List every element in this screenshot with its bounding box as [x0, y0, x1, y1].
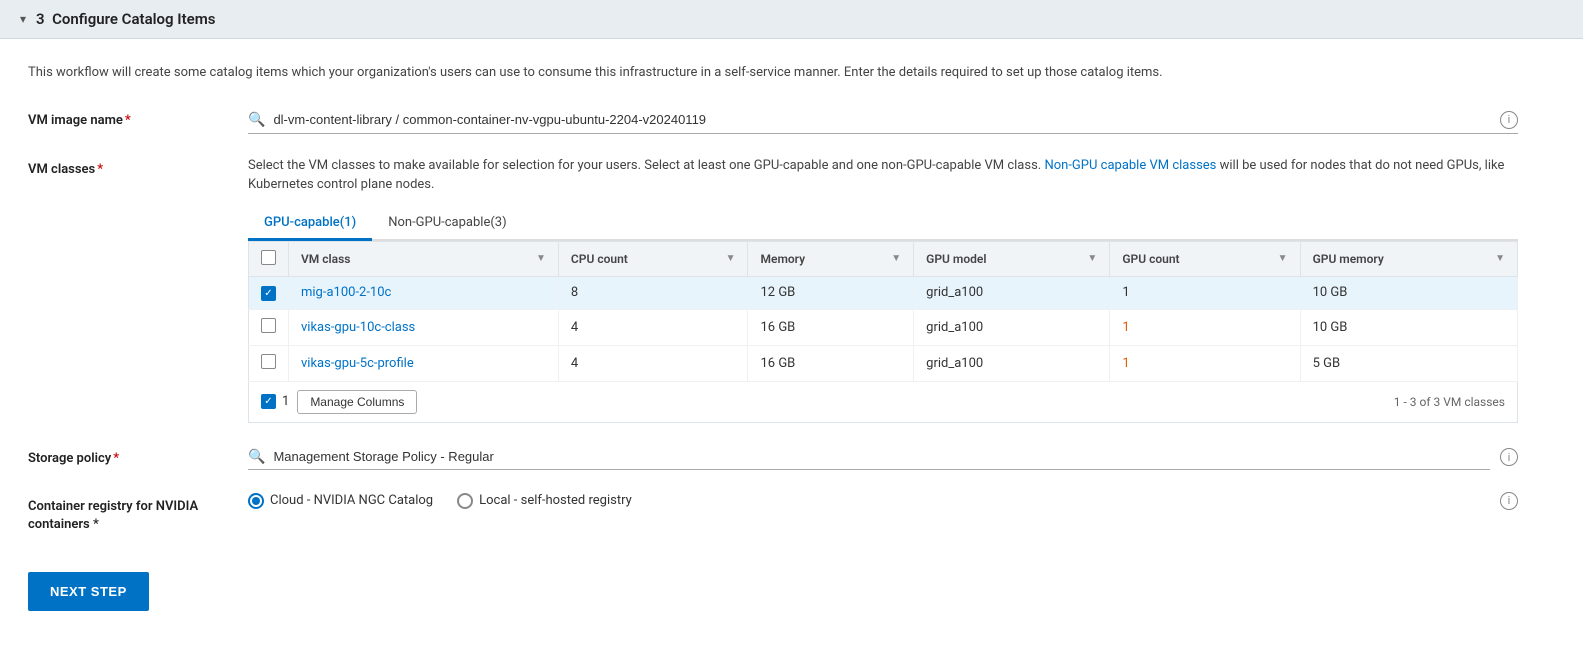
description-text: This workflow will create some catalog i… — [28, 63, 1328, 83]
vm-image-input[interactable] — [273, 112, 1490, 127]
vm-classes-description: Select the VM classes to make available … — [248, 156, 1518, 195]
next-step-wrapper: NEXT STEP — [28, 556, 1555, 611]
memory-filter-icon[interactable]: ▼ — [891, 253, 901, 264]
vm-class-filter-icon[interactable]: ▼ — [536, 253, 546, 264]
gpu-count-filter-icon[interactable]: ▼ — [1278, 253, 1288, 264]
vm-classes-field: Select the VM classes to make available … — [248, 156, 1518, 423]
next-step-button[interactable]: NEXT STEP — [28, 572, 149, 611]
gpu-count-cell-0: 1 — [1110, 276, 1300, 309]
radio-cloud-label: Cloud - NVIDIA NGC Catalog — [270, 493, 433, 508]
vm-class-name-1[interactable]: vikas-gpu-10c-class — [301, 320, 415, 335]
footer-left: 1 Manage Columns — [261, 390, 417, 414]
gpu-memory-cell-2: 5 GB — [1300, 345, 1517, 381]
vm-classes-tabs: GPU-capable(1) Non-GPU-capable(3) — [248, 207, 1518, 241]
cpu-count-cell-0: 8 — [558, 276, 748, 309]
vm-image-row: VM image name* 🔍 i — [28, 107, 1555, 134]
table-row: mig-a100-2-10c 812 GBgrid_a100110 GB — [249, 276, 1518, 309]
tab-non-gpu-capable[interactable]: Non-GPU-capable(3) — [372, 207, 522, 241]
selected-count: 1 — [282, 394, 289, 409]
container-registry-info-icon[interactable]: i — [1500, 492, 1518, 510]
cpu-count-cell-1: 4 — [558, 309, 748, 345]
vm-class-name-2[interactable]: vikas-gpu-5c-profile — [301, 356, 414, 371]
vm-image-required: * — [125, 113, 131, 128]
gpu-model-cell-2: grid_a100 — [914, 345, 1110, 381]
vm-class-name-0[interactable]: mig-a100-2-10c — [301, 285, 391, 300]
table-footer: 1 Manage Columns 1 - 3 of 3 VM classes — [248, 382, 1518, 423]
row-checkbox-1[interactable] — [261, 318, 276, 333]
storage-policy-row: Storage policy* 🔍 i — [28, 445, 1555, 470]
main-content: This workflow will create some catalog i… — [0, 39, 1583, 635]
table-row: vikas-gpu-10c-class 416 GBgrid_a100110 GB — [249, 309, 1518, 345]
radio-local-label: Local - self-hosted registry — [479, 493, 632, 508]
gpu-model-filter-icon[interactable]: ▼ — [1087, 253, 1097, 264]
page-title: 3 Configure Catalog Items — [36, 10, 215, 28]
gpu-memory-cell-0: 10 GB — [1300, 276, 1517, 309]
th-select — [249, 241, 289, 276]
th-memory: Memory ▼ — [748, 241, 914, 276]
container-registry-label: Container registry for NVIDIA containers… — [28, 492, 248, 534]
th-gpu-model: GPU model ▼ — [914, 241, 1110, 276]
table-header-row: VM class ▼ CPU count ▼ — [249, 241, 1518, 276]
manage-columns-button[interactable]: Manage Columns — [297, 390, 417, 414]
radio-cloud[interactable]: Cloud - NVIDIA NGC Catalog — [248, 493, 433, 509]
gpu-memory-filter-icon[interactable]: ▼ — [1495, 253, 1505, 264]
gpu-memory-cell-1: 10 GB — [1300, 309, 1517, 345]
vm-image-field: 🔍 i — [248, 107, 1555, 134]
registry-info-wrapper: i — [1490, 492, 1518, 510]
storage-policy-input[interactable] — [273, 449, 1490, 464]
memory-cell-1: 16 GB — [748, 309, 914, 345]
radio-field-wrapper: Cloud - NVIDIA NGC Catalog Local - self-… — [248, 492, 1518, 510]
gpu-count-cell-2: 1 — [1110, 345, 1300, 381]
memory-cell-2: 16 GB — [748, 345, 914, 381]
search-icon: 🔍 — [248, 112, 265, 128]
table-row: vikas-gpu-5c-profile 416 GBgrid_a10015 GB — [249, 345, 1518, 381]
select-all-checkbox[interactable] — [261, 250, 276, 265]
container-registry-field: Cloud - NVIDIA NGC Catalog Local - self-… — [248, 492, 1555, 510]
non-gpu-link[interactable]: Non-GPU capable VM classes — [1044, 158, 1216, 173]
step-title: Configure Catalog Items — [52, 10, 215, 28]
registry-radio-group: Cloud - NVIDIA NGC Catalog Local - self-… — [248, 493, 632, 509]
radio-cloud-circle[interactable] — [248, 493, 264, 509]
th-gpu-memory: GPU memory ▼ — [1300, 241, 1517, 276]
pagination-text: 1 - 3 of 3 VM classes — [1394, 395, 1505, 409]
th-cpu-count: CPU count ▼ — [558, 241, 748, 276]
vm-image-info-icon[interactable]: i — [1500, 111, 1518, 129]
gpu-model-cell-1: grid_a100 — [914, 309, 1110, 345]
tab-gpu-capable[interactable]: GPU-capable(1) — [248, 207, 372, 241]
footer-checkbox[interactable] — [261, 394, 276, 409]
vm-classes-required: * — [97, 162, 103, 177]
storage-policy-info-icon[interactable]: i — [1500, 448, 1518, 466]
vm-image-input-wrapper: 🔍 i — [248, 107, 1518, 134]
cpu-filter-icon[interactable]: ▼ — [726, 253, 736, 264]
vm-image-label: VM image name* — [28, 107, 248, 128]
storage-input-wrapper: 🔍 i — [248, 445, 1518, 470]
container-registry-required: * — [93, 517, 99, 532]
step-chevron: ▾ — [20, 12, 26, 26]
storage-policy-required: * — [113, 451, 119, 466]
vm-classes-label: VM classes* — [28, 156, 248, 177]
header-bar: ▾ 3 Configure Catalog Items — [0, 0, 1583, 39]
vm-classes-row: VM classes* Select the VM classes to mak… — [28, 156, 1555, 423]
step-number: 3 — [36, 10, 45, 28]
memory-cell-0: 12 GB — [748, 276, 914, 309]
storage-policy-label: Storage policy* — [28, 445, 248, 466]
storage-policy-input-wrapper: 🔍 — [248, 445, 1490, 470]
radio-local[interactable]: Local - self-hosted registry — [457, 493, 632, 509]
radio-local-circle[interactable] — [457, 493, 473, 509]
vm-classes-table: VM class ▼ CPU count ▼ — [248, 241, 1518, 382]
storage-search-icon: 🔍 — [248, 449, 265, 465]
th-vm-class: VM class ▼ — [289, 241, 559, 276]
gpu-model-cell-0: grid_a100 — [914, 276, 1110, 309]
storage-policy-field: 🔍 i — [248, 445, 1555, 470]
container-registry-row: Container registry for NVIDIA containers… — [28, 492, 1555, 534]
row-checkbox-0[interactable] — [261, 286, 276, 301]
footer-checkbox-count: 1 — [261, 394, 289, 409]
th-gpu-count: GPU count ▼ — [1110, 241, 1300, 276]
row-checkbox-2[interactable] — [261, 354, 276, 369]
cpu-count-cell-2: 4 — [558, 345, 748, 381]
gpu-count-cell-1: 1 — [1110, 309, 1300, 345]
page-wrapper: ▾ 3 Configure Catalog Items This workflo… — [0, 0, 1583, 661]
